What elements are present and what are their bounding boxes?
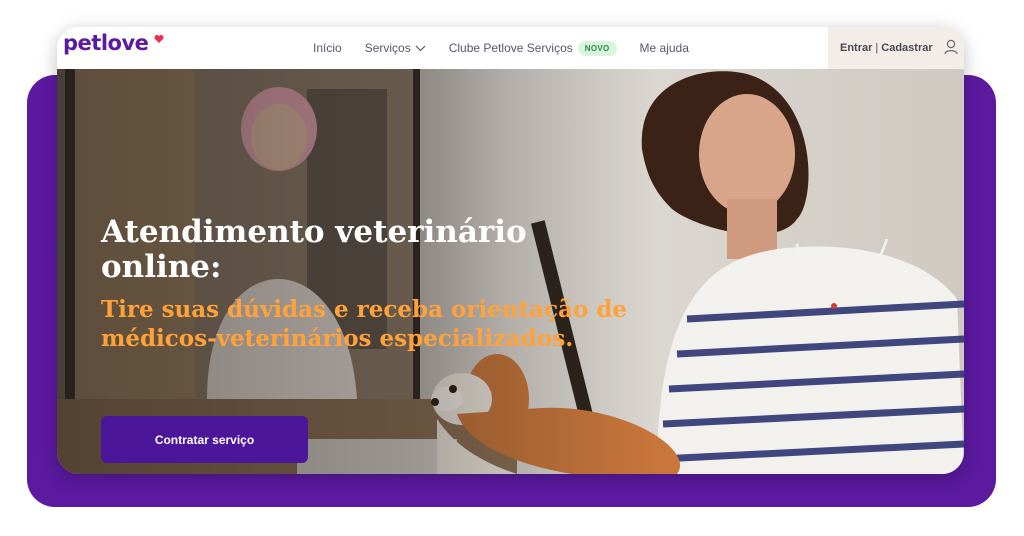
nav-item-ajuda[interactable]: Me ajuda bbox=[640, 41, 689, 55]
hero-section: Atendimento veterinário online: Tire sua… bbox=[57, 69, 964, 474]
petlove-logo[interactable]: petlove bbox=[63, 31, 149, 55]
account-area: Entrar | Cadastrar bbox=[828, 27, 964, 69]
contratar-servico-button[interactable]: Contratar serviço bbox=[101, 416, 308, 463]
woman-face bbox=[699, 94, 795, 214]
main-nav: Início Serviços Clube Petlove Serviços N… bbox=[313, 27, 712, 69]
login-link[interactable]: Entrar bbox=[840, 42, 872, 54]
new-badge: NOVO bbox=[577, 40, 617, 56]
browser-card: petlove Início Serviços Clube Petlove Se… bbox=[57, 27, 964, 474]
heart-icon bbox=[154, 35, 164, 43]
chevron-down-icon bbox=[415, 45, 426, 51]
login-separator: | bbox=[875, 42, 879, 54]
signup-link[interactable]: Cadastrar bbox=[881, 42, 932, 54]
nav-item-inicio[interactable]: Início bbox=[313, 41, 342, 55]
nav-item-servicos[interactable]: Serviços bbox=[365, 41, 426, 55]
user-icon[interactable] bbox=[944, 39, 958, 55]
site-header: petlove Início Serviços Clube Petlove Se… bbox=[57, 27, 964, 69]
hero-title: Atendimento veterinário online: bbox=[101, 214, 527, 285]
nav-item-clube[interactable]: Clube Petlove Serviços NOVO bbox=[449, 40, 617, 56]
hero-subtitle: Tire suas dúvidas e receba orientação de… bbox=[101, 296, 628, 352]
striped-shirt bbox=[657, 246, 964, 474]
